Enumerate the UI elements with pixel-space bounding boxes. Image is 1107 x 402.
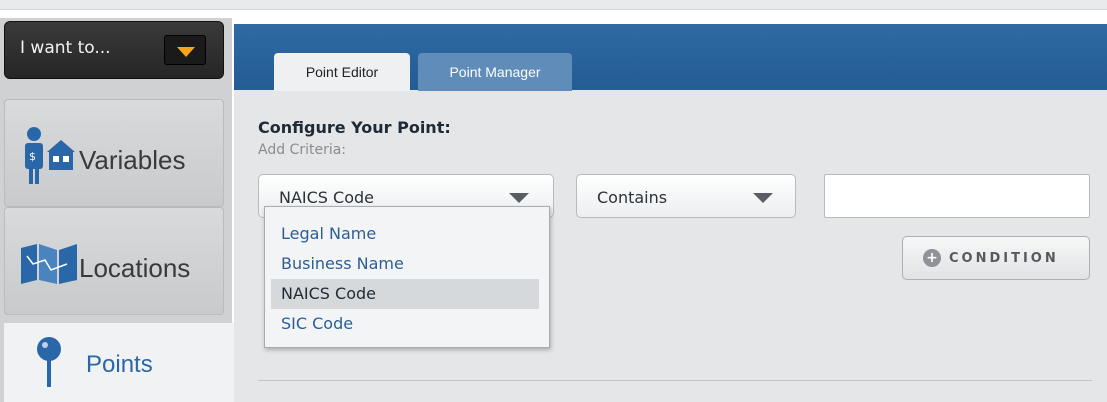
chevron-down-icon xyxy=(753,193,773,203)
i-want-to-menu[interactable]: I want to... xyxy=(4,21,224,79)
panel-header: Point Editor Point Manager xyxy=(234,24,1107,91)
tab-point-manager[interactable]: Point Manager xyxy=(418,53,572,91)
sidebar-item-variables[interactable]: $ Variables xyxy=(4,99,224,207)
dropdown-option-legal-name[interactable]: Legal Name xyxy=(271,219,539,249)
add-criteria-label: Add Criteria: xyxy=(258,142,347,158)
sidebar-item-label: Variables xyxy=(79,145,186,175)
sidebar-item-locations[interactable]: Locations xyxy=(4,207,224,315)
svg-text:$: $ xyxy=(29,150,36,163)
dropdown-option-naics-code[interactable]: NAICS Code xyxy=(271,279,539,309)
chevron-down-icon xyxy=(177,47,195,57)
criteria-field-value: NAICS Code xyxy=(279,188,375,207)
criteria-value-input[interactable] xyxy=(824,174,1090,218)
dropdown-option-business-name[interactable]: Business Name xyxy=(271,249,539,279)
chevron-down-icon xyxy=(509,193,529,203)
criteria-operator-select[interactable]: Contains xyxy=(576,174,796,218)
add-condition-button[interactable]: + CONDITION xyxy=(902,236,1090,280)
sidebar: I want to... $ Variables Locations Point… xyxy=(0,18,236,402)
plus-circle-icon: + xyxy=(923,249,941,267)
sidebar-item-label: Locations xyxy=(79,253,191,283)
person-building-icon: $ xyxy=(25,127,75,184)
map-pin-icon xyxy=(37,337,61,387)
dropdown-option-sic-code[interactable]: SIC Code xyxy=(271,309,539,339)
map-icon xyxy=(21,244,77,284)
i-want-to-dropdown-button[interactable] xyxy=(164,35,206,65)
tab-point-editor[interactable]: Point Editor xyxy=(274,53,410,91)
configure-title: Configure Your Point: xyxy=(258,118,451,137)
criteria-field-dropdown-list: Legal Name Business Name NAICS Code SIC … xyxy=(264,206,550,348)
condition-button-label: CONDITION xyxy=(949,251,1059,266)
sidebar-item-points[interactable]: Points xyxy=(4,323,236,402)
sidebar-item-label: Points xyxy=(86,351,153,378)
criteria-operator-value: Contains xyxy=(597,188,668,207)
divider xyxy=(258,380,1092,381)
top-bar xyxy=(0,0,1107,10)
i-want-to-label: I want to... xyxy=(20,38,111,58)
